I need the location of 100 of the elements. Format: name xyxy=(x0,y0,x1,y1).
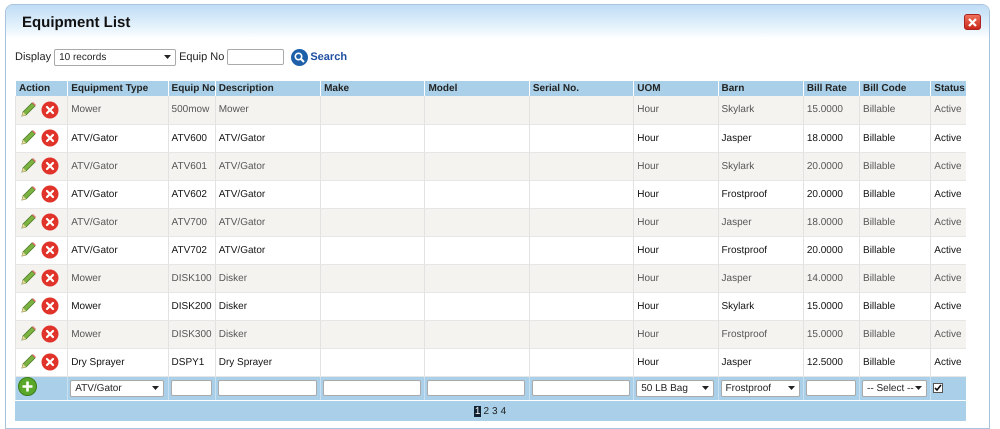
table-cell: ATV/Gator xyxy=(71,216,118,228)
pencil-icon[interactable] xyxy=(19,241,37,259)
table-cell: Jasper xyxy=(722,132,752,144)
table-cell: Hour xyxy=(637,188,659,200)
table-cell: Billable xyxy=(863,188,896,200)
table-cell: Billable xyxy=(863,216,896,228)
input-field[interactable] xyxy=(218,380,317,396)
table-cell: Jasper xyxy=(722,356,752,368)
table-cell: 15.0000 xyxy=(806,104,843,116)
column-header: Bill Code xyxy=(860,81,931,96)
pencil-icon[interactable] xyxy=(19,213,37,231)
table-cell: Skylark xyxy=(722,160,754,172)
table-cell: Active xyxy=(934,300,962,312)
table-cell: Mower xyxy=(71,272,102,284)
pencil-icon[interactable] xyxy=(19,325,37,343)
pencil-icon[interactable] xyxy=(19,297,37,315)
table-cell: Billable xyxy=(863,356,896,368)
table-cell: Hour xyxy=(637,356,659,368)
delete-icon[interactable] xyxy=(41,269,59,287)
table-cell: Frostproof xyxy=(722,244,768,256)
table-cell: ATV/Gator xyxy=(218,132,266,144)
table-cell: Hour xyxy=(637,244,659,256)
table-cell: Frostproof xyxy=(722,328,768,340)
status-checkbox[interactable] xyxy=(933,383,944,394)
table-cell: Billable xyxy=(863,104,896,116)
close-button[interactable] xyxy=(964,14,981,30)
table-cell: Active xyxy=(934,188,962,200)
table-cell: Billable xyxy=(863,300,896,312)
table-cell: DISK200 xyxy=(172,300,212,312)
table-cell: Billable xyxy=(863,328,896,340)
input-field[interactable] xyxy=(427,380,526,396)
delete-icon[interactable] xyxy=(41,325,59,343)
table-cell: Disker xyxy=(218,272,248,284)
column-header: Serial No. xyxy=(529,81,634,96)
delete-icon[interactable] xyxy=(41,241,59,259)
table-cell: 20.0000 xyxy=(806,244,843,256)
input-field[interactable] xyxy=(532,380,630,396)
table-cell: Frostproof xyxy=(722,188,768,200)
table-cell: ATV702 xyxy=(172,244,207,256)
equip-no-label: Equip No xyxy=(179,51,224,63)
pencil-icon[interactable] xyxy=(19,353,37,371)
table-cell: Active xyxy=(934,216,962,228)
table-cell: Hour xyxy=(637,328,659,340)
column-header: Description xyxy=(215,81,321,96)
dropdown-field[interactable]: Frostproof xyxy=(720,380,800,397)
delete-icon[interactable] xyxy=(41,353,59,371)
page-link[interactable]: 3 xyxy=(491,406,499,416)
pencil-icon[interactable] xyxy=(19,269,37,287)
window-title: Equipment List xyxy=(22,14,130,30)
search-button[interactable]: Search xyxy=(291,48,348,66)
delete-icon[interactable] xyxy=(41,157,59,175)
input-field[interactable] xyxy=(806,380,856,396)
column-header: Make xyxy=(320,81,425,96)
column-header: UOM xyxy=(634,81,718,96)
table-cell: Billable xyxy=(863,244,896,256)
add-icon[interactable] xyxy=(18,377,37,396)
pencil-icon[interactable] xyxy=(19,185,37,203)
table-cell: Dry Sprayer xyxy=(71,356,125,368)
page-link[interactable]: 1 xyxy=(474,406,482,416)
pencil-icon[interactable] xyxy=(19,129,37,147)
delete-icon[interactable] xyxy=(41,100,59,119)
page-link[interactable]: 2 xyxy=(482,406,490,416)
table-cell: ATV/Gator xyxy=(218,244,266,256)
table-cell: 15.0000 xyxy=(806,300,843,312)
table-cell: 14.0000 xyxy=(806,272,843,284)
page-link[interactable]: 4 xyxy=(500,406,508,416)
input-field[interactable] xyxy=(170,380,212,396)
dropdown-field[interactable]: ATV/Gator xyxy=(70,380,164,397)
table-cell: ATV/Gator xyxy=(218,188,266,200)
table-cell: ATV/Gator xyxy=(71,132,118,144)
table-cell: Active xyxy=(934,328,962,340)
delete-icon[interactable] xyxy=(41,129,59,147)
table-cell: Active xyxy=(934,356,962,368)
equip-no-field[interactable] xyxy=(227,49,284,65)
dropdown-field[interactable]: 50 LB Bag xyxy=(636,380,714,397)
delete-icon[interactable] xyxy=(41,185,59,203)
pencil-icon[interactable] xyxy=(19,157,37,175)
input-field[interactable] xyxy=(323,380,422,396)
table-cell: Disker xyxy=(218,300,248,312)
delete-icon[interactable] xyxy=(41,213,59,231)
table-cell: Hour xyxy=(637,104,659,116)
table-cell: Mower xyxy=(71,328,102,340)
display-select[interactable]: 10 records xyxy=(54,48,176,66)
dropdown-field[interactable]: -- Select -- xyxy=(862,380,928,397)
table-cell: 18.0000 xyxy=(806,216,843,228)
table-cell: Billable xyxy=(863,132,896,144)
close-icon xyxy=(968,18,977,26)
table-cell: ATV/Gator xyxy=(218,160,266,172)
table-cell: ATV600 xyxy=(172,132,207,144)
table-cell: 12.5000 xyxy=(806,356,843,368)
delete-icon[interactable] xyxy=(41,297,59,315)
table-cell: Billable xyxy=(863,272,896,284)
table-cell: Active xyxy=(934,272,962,284)
table-cell: DISK300 xyxy=(172,328,212,340)
table-cell: 15.0000 xyxy=(806,328,843,340)
table-cell: Active xyxy=(934,160,962,172)
search-icon xyxy=(291,48,308,66)
table-cell: Mower xyxy=(71,104,102,116)
pencil-icon[interactable] xyxy=(19,100,37,119)
table-cell: 20.0000 xyxy=(806,188,843,200)
